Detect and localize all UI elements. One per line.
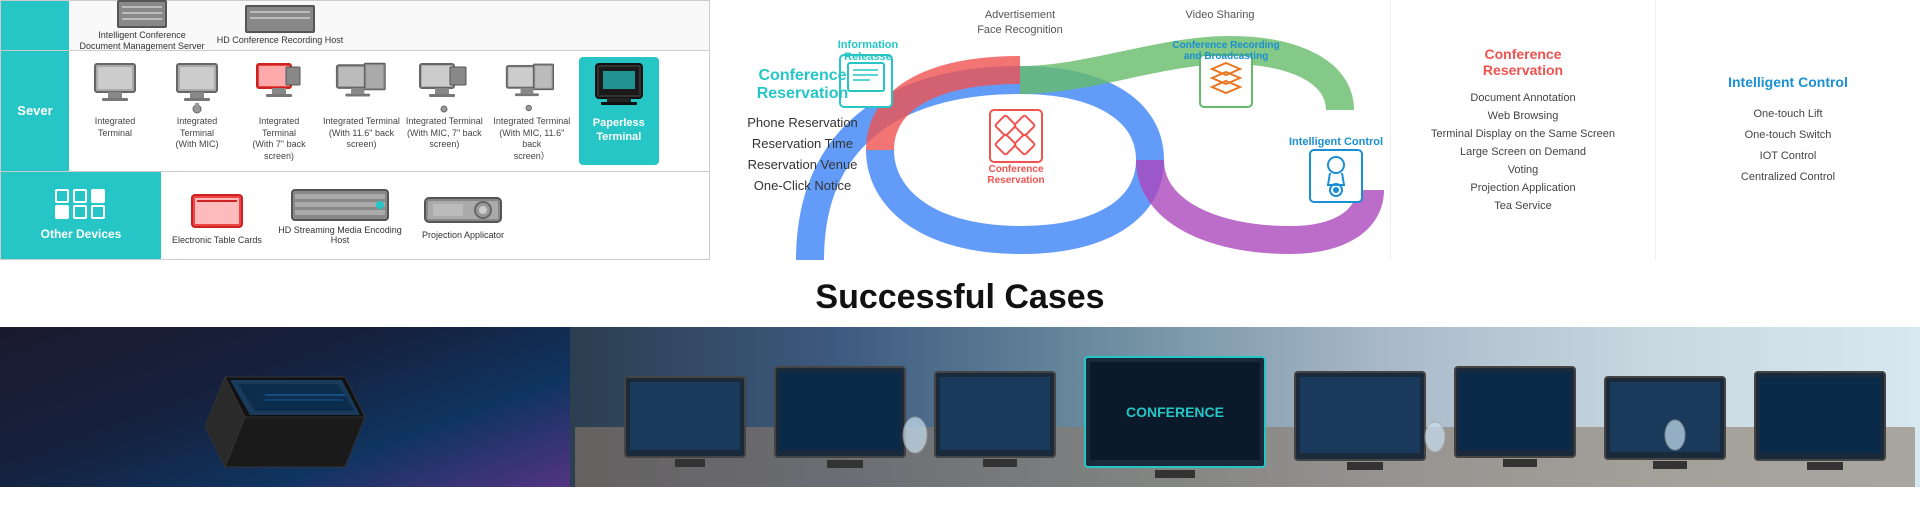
conf-res-item-2: Web Browsing [1407, 110, 1639, 122]
conf-res-item-1: Document Annotation [1407, 92, 1639, 104]
svg-text:Conference: Conference [988, 164, 1043, 175]
left-diag-title: Conference Reservation [718, 67, 887, 103]
device-6-img [504, 59, 559, 114]
conf-reservation-col: ConferenceReservation Document Annotatio… [1390, 0, 1655, 260]
device-3-label: IntegratedTerminal(With 7" backscreen) [252, 116, 305, 163]
bottom-section: Successful Cases [0, 260, 1920, 487]
svg-text:Video Sharing: Video Sharing [1186, 9, 1255, 21]
device-7inch: IntegratedTerminal(With 7" backscreen) [239, 57, 319, 165]
svg-text:Reservation: Reservation [987, 175, 1044, 186]
svg-text:Intelligent Control: Intelligent Control [1289, 136, 1383, 148]
device-2-img [170, 59, 225, 114]
cases-photo-row: CONFERENCE [0, 327, 1920, 487]
right-features: ConferenceReservation Document Annotatio… [1390, 0, 1920, 260]
ic-items: One-touch Lift One-touch Switch IOT Cont… [1672, 108, 1904, 186]
photo-left [0, 327, 570, 487]
device-mic-7inch: Integrated Terminal(With MIC, 7" backscr… [404, 57, 485, 165]
left-item-3: Reservation Venue [718, 157, 887, 172]
main-wrapper: Intelligent Conference Document Manageme… [0, 0, 1920, 487]
conf-res-items: Document Annotation Web Browsing Termina… [1407, 92, 1639, 215]
device-5-label: Integrated Terminal(With MIC, 7" backscr… [406, 116, 483, 151]
server-1-label: Intelligent Conference Document Manageme… [77, 30, 207, 52]
photo-right: CONFERENCE [570, 327, 1920, 487]
device-3-img [252, 59, 307, 114]
device-mic-11inch: Integrated Terminal(With MIC, 11.6" back… [487, 57, 577, 165]
ic-title: Intelligent Control [1672, 74, 1904, 90]
server-device-2: HD Conference Recording Host [215, 5, 345, 46]
device-paperless: PaperlessTerminal [579, 57, 659, 165]
conference-scene: CONFERENCE [570, 327, 1920, 487]
device-streaming: HD Streaming Media Encoding Host [275, 185, 405, 245]
server-label: Sever [1, 51, 69, 171]
device-5-img [417, 59, 472, 114]
diagram-middle: Information Releas​se Conference Reserva… [710, 0, 1390, 260]
conf-res-item-7: Tea Service [1407, 200, 1639, 212]
device-4-label: Integrated Terminal(With 11.6" backscree… [323, 116, 400, 151]
streaming-label: HD Streaming Media Encoding Host [275, 225, 405, 245]
device-projector: Projection Applicator [413, 190, 513, 240]
left-item-1: Phone Reservation [718, 115, 887, 130]
projector-label: Projection Applicator [422, 230, 504, 240]
left-item-2: Reservation Time [718, 136, 887, 151]
table-cards-label: Electronic Table Cards [172, 235, 262, 245]
eq-devices: IntegratedTerminal [69, 51, 709, 171]
ic-item-1: One-touch Lift [1672, 108, 1904, 120]
device-4-img [334, 59, 389, 114]
device-3d [195, 337, 375, 477]
conf-res-title: ConferenceReservation [1407, 46, 1639, 78]
device-11inch: Integrated Terminal(With 11.6" backscree… [321, 57, 402, 165]
server-device-1: Intelligent Conference Document Manageme… [77, 0, 207, 51]
intelligent-control-col: Intelligent Control One-touch Lift One-t… [1655, 0, 1920, 260]
success-title-row: Successful Cases [0, 260, 1920, 327]
conf-res-item-4: Large Screen on Demand [1407, 146, 1639, 158]
device-7-label: PaperlessTerminal [593, 116, 645, 145]
device-7-img [591, 59, 646, 114]
ic-item-4: Centralized Control [1672, 171, 1904, 183]
device-1-label: IntegratedTerminal [95, 116, 136, 139]
success-title: Successful Cases [0, 278, 1920, 317]
equipment-panel: Intelligent Conference Document Manageme… [0, 0, 710, 260]
conf-res-item-5: Voting [1407, 164, 1639, 176]
device-integrated-terminal: IntegratedTerminal [75, 57, 155, 165]
svg-text:Conference Recording: Conference Recording [1172, 40, 1279, 51]
top-row: Intelligent Conference Document Manageme… [0, 0, 1920, 260]
left-diag-items: Phone Reservation Reservation Time Reser… [718, 115, 887, 193]
server-2-label: HD Conference Recording Host [217, 35, 344, 46]
other-label-text: Other Devices [41, 227, 122, 241]
eq-server-row: Sever IntegratedTerminal [1, 51, 709, 172]
device-integrated-mic: IntegratedTerminal(With MIC) [157, 57, 237, 165]
left-diag-panel: Conference Reservation Phone Reservation… [710, 0, 895, 260]
svg-text:Advertisement: Advertisement [985, 9, 1055, 21]
device-1-img [88, 59, 143, 114]
device-6-label: Integrated Terminal(With MIC, 11.6" back… [489, 116, 575, 163]
device-table-cards: Electronic Table Cards [167, 185, 267, 245]
eq-other-row: Other Devices Electronic Table Cards [1, 172, 709, 259]
ic-item-2: One-touch Switch [1672, 129, 1904, 141]
svg-text:Face Recognition: Face Recognition [977, 24, 1063, 36]
conf-res-item-6: Projection Application [1407, 182, 1639, 194]
svg-text:CONFERENCE: CONFERENCE [1126, 404, 1224, 420]
conf-res-item-3: Terminal Display on the Same Screen [1407, 128, 1639, 140]
other-label: Other Devices [1, 172, 161, 259]
left-item-4: One-Click Notice [718, 178, 887, 193]
device-2-label: IntegratedTerminal(With MIC) [176, 116, 219, 151]
svg-text:and Broadcasting: and Broadcasting [1184, 51, 1268, 62]
ic-item-3: IOT Control [1672, 150, 1904, 162]
eq-other-devices: Electronic Table Cards HD Streaming Medi… [161, 172, 709, 259]
